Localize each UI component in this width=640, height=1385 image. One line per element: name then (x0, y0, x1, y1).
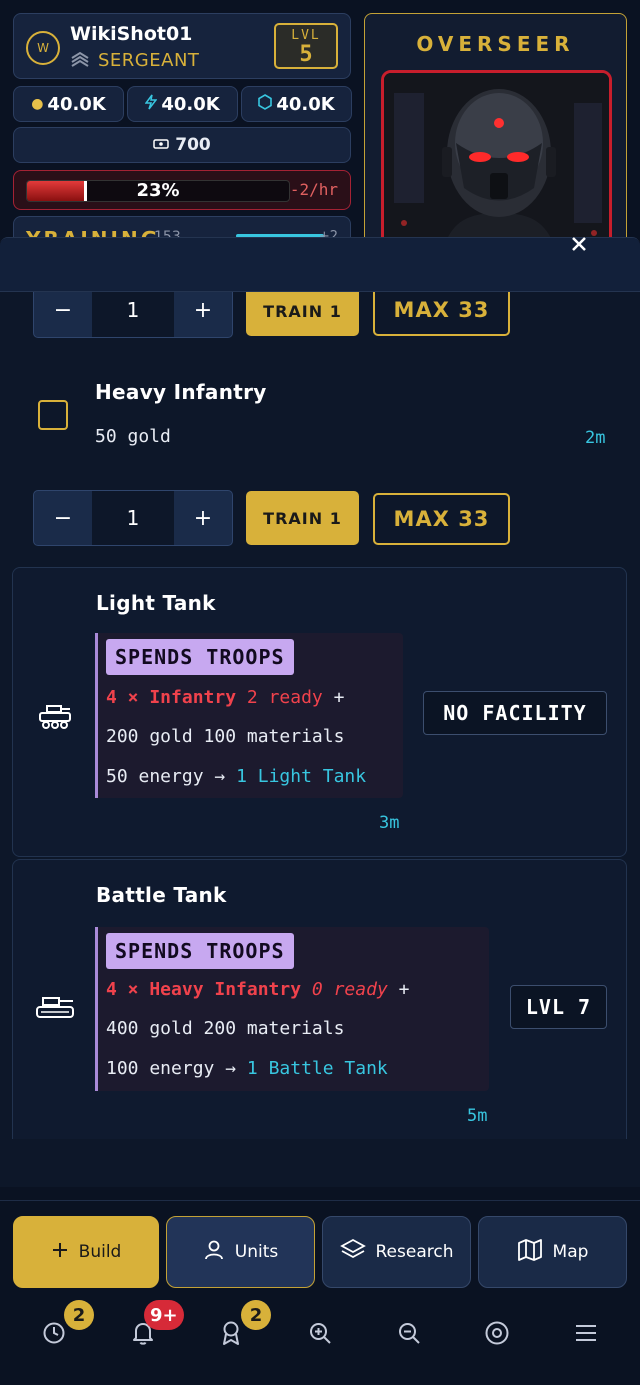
energy-value: 40.0K (161, 93, 220, 115)
light-tank-req-plus: + (333, 687, 345, 708)
battle-tank-status-badge: LVL 7 (510, 985, 607, 1029)
gems-value: 700 (175, 135, 211, 155)
research-button[interactable]: Research (322, 1216, 471, 1288)
plus-icon (51, 1241, 69, 1264)
light-tank-requirement: 4 × Infantry 2 ready + (106, 687, 344, 708)
battle-tank-energy-cost: 100 energy → (106, 1058, 237, 1079)
materials-resource[interactable]: 40.0K (241, 86, 352, 122)
level-value: 5 (299, 42, 313, 67)
materials-value: 40.0K (276, 93, 335, 115)
battle-tank-req-ready: 0 ready (311, 979, 388, 1000)
level-label: LVL (291, 28, 321, 43)
battle-tank-requirement: 4 × Heavy Infantry 0 ready + (106, 979, 409, 1000)
units-label: Units (234, 1242, 279, 1262)
energy-percent: 23% (136, 180, 180, 201)
zoom-out-icon (397, 1321, 421, 1349)
energy-progress: 23% (26, 180, 290, 202)
sheet-header-overlay (0, 237, 640, 292)
hamburger-menu-icon (574, 1323, 598, 1347)
light-tank-card: Light Tank SPENDS TROOPS 4 × Infantry 2 … (12, 567, 627, 857)
heavy-infantry-name: Heavy Infantry (95, 380, 267, 404)
battle-tank-result: 1 Battle Tank (246, 1058, 388, 1079)
light-tank-resource-cost: 200 gold 100 materials (106, 726, 345, 747)
player-profile-card[interactable]: W WikiShot01 SERGEANT LVL 5 (13, 13, 351, 79)
heavy-infantry-select-checkbox[interactable] (38, 400, 68, 430)
battle-tank-recipe: SPENDS TROOPS 4 × Heavy Infantry 0 ready… (95, 927, 489, 1091)
history-tab[interactable] (39, 1320, 69, 1350)
map-icon (517, 1238, 543, 1267)
battle-tank-resource-cost: 400 gold 200 materials (106, 1018, 345, 1039)
battle-tank-name: Battle Tank (96, 883, 227, 907)
units-button[interactable]: Units (166, 1216, 315, 1288)
light-tank-result: 1 Light Tank (236, 766, 367, 787)
target-icon (484, 1320, 510, 1350)
achievements-badge: 2 (241, 1300, 271, 1330)
bottom-divider (0, 1200, 640, 1201)
energy-rate: -2/hr (289, 180, 338, 199)
battle-tank-icon (35, 996, 75, 1024)
close-button[interactable] (568, 237, 590, 255)
user-icon (203, 1239, 225, 1266)
map-button[interactable]: Map (478, 1216, 627, 1288)
overseer-title: OVERSEER (416, 32, 575, 56)
zoom-in-tab[interactable] (305, 1320, 335, 1350)
light-tank-status-badge: NO FACILITY (423, 691, 607, 735)
gold-coin-icon: ● (31, 96, 44, 112)
hexagon-icon (258, 94, 273, 114)
energy-status-bar: 23% -2/hr (13, 170, 351, 210)
energy-resource[interactable]: 40.0K (127, 86, 238, 122)
avatar: W (26, 31, 60, 65)
gems-resource[interactable]: 700 (13, 127, 351, 163)
infantry-train-button[interactable]: TRAIN 1 (246, 286, 359, 336)
research-label: Research (375, 1242, 454, 1262)
battle-tank-spends-tag: SPENDS TROOPS (106, 933, 294, 969)
menu-tab[interactable] (571, 1320, 601, 1350)
rank-label: SERGEANT (98, 50, 200, 71)
battle-tank-time: 5m (467, 1106, 488, 1126)
heavy-infantry-cost: 50 gold (95, 426, 171, 447)
zoom-out-tab[interactable] (394, 1320, 424, 1350)
heavy-infantry-max-button[interactable]: MAX 33 (373, 493, 510, 545)
level-badge: LVL 5 (274, 23, 338, 69)
heavy-infantry-decrease-button[interactable]: − (34, 491, 92, 545)
gold-resource[interactable]: ● 40.0K (13, 86, 124, 122)
heavy-infantry-increase-button[interactable]: + (174, 491, 232, 545)
light-tank-result-line: 50 energy → 1 Light Tank (106, 766, 366, 787)
heavy-infantry-time: 2m (585, 428, 606, 448)
achievements-tab[interactable] (216, 1320, 246, 1350)
award-icon (220, 1320, 242, 1350)
notifications-badge: 9+ (144, 1300, 184, 1330)
light-tank-energy-cost: 50 energy → (106, 766, 226, 787)
light-tank-req-amount: 4 × Infantry (106, 687, 237, 708)
player-name: WikiShot01 (70, 23, 193, 45)
battle-tank-req-plus: + (398, 979, 410, 1000)
battle-tank-card: Battle Tank SPENDS TROOPS 4 × Heavy Infa… (12, 859, 627, 1139)
zoom-in-icon (308, 1321, 332, 1349)
light-tank-name: Light Tank (96, 591, 216, 615)
build-label: Build (78, 1242, 122, 1262)
gold-value: 40.0K (47, 93, 106, 115)
heavy-infantry-quantity-stepper: − 1 + (33, 490, 233, 546)
build-button[interactable]: Build (13, 1216, 159, 1288)
light-tank-recipe: SPENDS TROOPS 4 × Infantry 2 ready + 200… (95, 633, 403, 798)
lightning-icon (144, 94, 158, 114)
locate-tab[interactable] (482, 1320, 512, 1350)
ticket-icon (153, 135, 169, 155)
clock-icon (42, 1321, 66, 1349)
light-tank-time: 3m (379, 813, 400, 833)
light-tank-req-ready: 2 ready (246, 687, 323, 708)
layers-icon (339, 1238, 366, 1267)
player-rank: SERGEANT (70, 50, 199, 71)
rank-chevron-icon (70, 51, 90, 71)
light-tank-spends-tag: SPENDS TROOPS (106, 639, 294, 675)
battle-tank-result-line: 100 energy → 1 Battle Tank (106, 1058, 388, 1079)
history-badge: 2 (64, 1300, 94, 1330)
light-tank-icon (38, 704, 72, 734)
heavy-infantry-quantity-input[interactable]: 1 (92, 491, 174, 545)
heavy-infantry-train-button[interactable]: TRAIN 1 (246, 491, 359, 545)
map-label: Map (552, 1242, 589, 1262)
battle-tank-req-amount: 4 × Heavy Infantry (106, 979, 302, 1000)
